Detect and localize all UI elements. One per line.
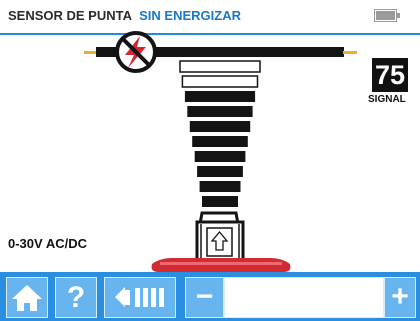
probe-base: [151, 258, 291, 272]
plus-label: +: [391, 280, 409, 313]
level-bar: [197, 166, 243, 177]
volume-button[interactable]: [104, 277, 176, 318]
level-bar: [187, 106, 253, 117]
decrease-button[interactable]: −: [185, 277, 224, 318]
volume-icon: [115, 287, 164, 307]
level-bar: [202, 196, 238, 207]
signal-value: 75: [372, 58, 408, 92]
voltage-range-label: 0-30V AC/DC: [8, 236, 87, 251]
level-bar: [194, 151, 246, 162]
level-bar: [184, 91, 256, 102]
level-bar: [199, 181, 241, 192]
home-icon: [12, 285, 42, 311]
level-bar: [181, 75, 259, 88]
no-power-icon: [115, 31, 157, 73]
increase-button[interactable]: +: [384, 277, 416, 318]
bottom-toolbar: ? − +: [0, 272, 420, 321]
level-bar: [189, 121, 251, 132]
signal-level-meter: [179, 60, 261, 207]
help-label: ?: [66, 281, 86, 314]
home-button[interactable]: [6, 277, 48, 318]
help-button[interactable]: ?: [55, 277, 97, 318]
probe-scene: [84, 31, 357, 272]
signal-label: SIGNAL: [368, 94, 406, 105]
sensitivity-slider[interactable]: [224, 277, 384, 318]
minus-label: −: [195, 280, 214, 313]
level-bar: [192, 136, 248, 147]
level-bar: [179, 60, 261, 73]
